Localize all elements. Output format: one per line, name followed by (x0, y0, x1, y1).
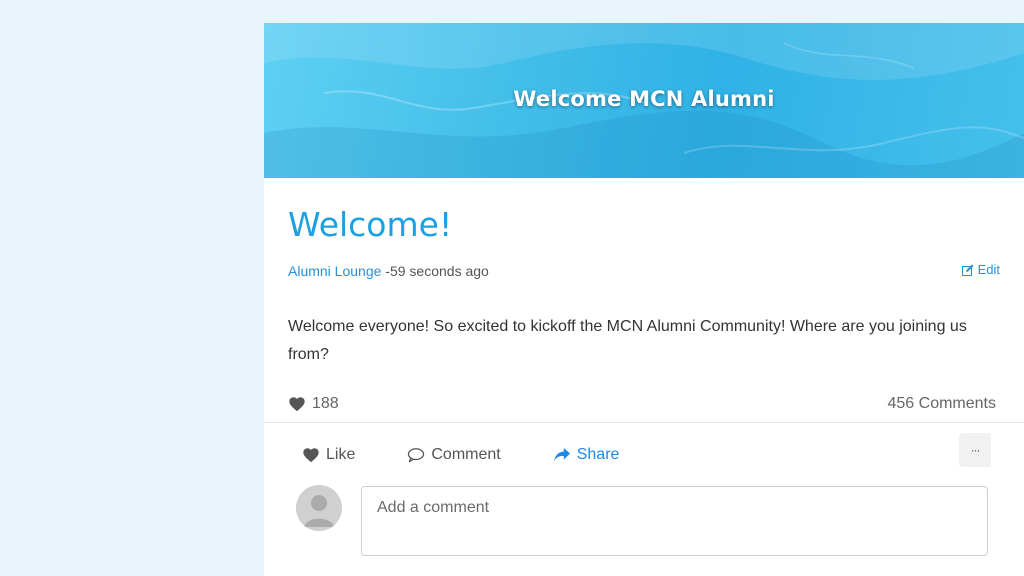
post-card: Welcome MCN Alumni Welcome! Alumni Loung… (264, 23, 1024, 576)
share-label: Share (576, 446, 620, 463)
comment-button[interactable]: Comment (407, 446, 501, 464)
post-body: Welcome everyone! So excited to kickoff … (288, 318, 967, 363)
share-button[interactable]: Share (553, 446, 620, 464)
action-bar: Like Comment Share (302, 442, 619, 468)
share-arrow-icon (553, 447, 570, 462)
divider (264, 422, 1024, 423)
group-link[interactable]: Alumni Lounge (288, 263, 381, 279)
post-meta: Alumni Lounge -59 seconds ago (288, 261, 489, 281)
user-avatar-icon (296, 485, 342, 531)
header-banner: Welcome MCN Alumni (264, 23, 1024, 178)
post-title: Welcome! (288, 205, 453, 244)
comment-count[interactable]: 456 Comments (888, 395, 997, 413)
edit-button[interactable]: Edit (961, 262, 1000, 277)
like-label: Like (326, 446, 356, 463)
edit-label: Edit (977, 262, 1000, 277)
heart-icon (289, 397, 305, 412)
edit-icon (961, 264, 974, 276)
heart-icon (303, 448, 319, 463)
like-count: 188 (288, 395, 339, 413)
speech-bubble-icon (408, 448, 425, 463)
comment-label: Comment (431, 446, 501, 463)
banner-title: Welcome MCN Alumni (513, 87, 775, 111)
avatar (296, 485, 342, 531)
post-stats: 188 456 Comments (288, 392, 996, 416)
post-timestamp: -59 seconds ago (385, 263, 489, 279)
more-options-button[interactable]: ··· (959, 433, 991, 467)
comment-input[interactable] (361, 486, 988, 556)
like-button[interactable]: Like (302, 446, 355, 464)
like-count-value: 188 (312, 395, 339, 412)
